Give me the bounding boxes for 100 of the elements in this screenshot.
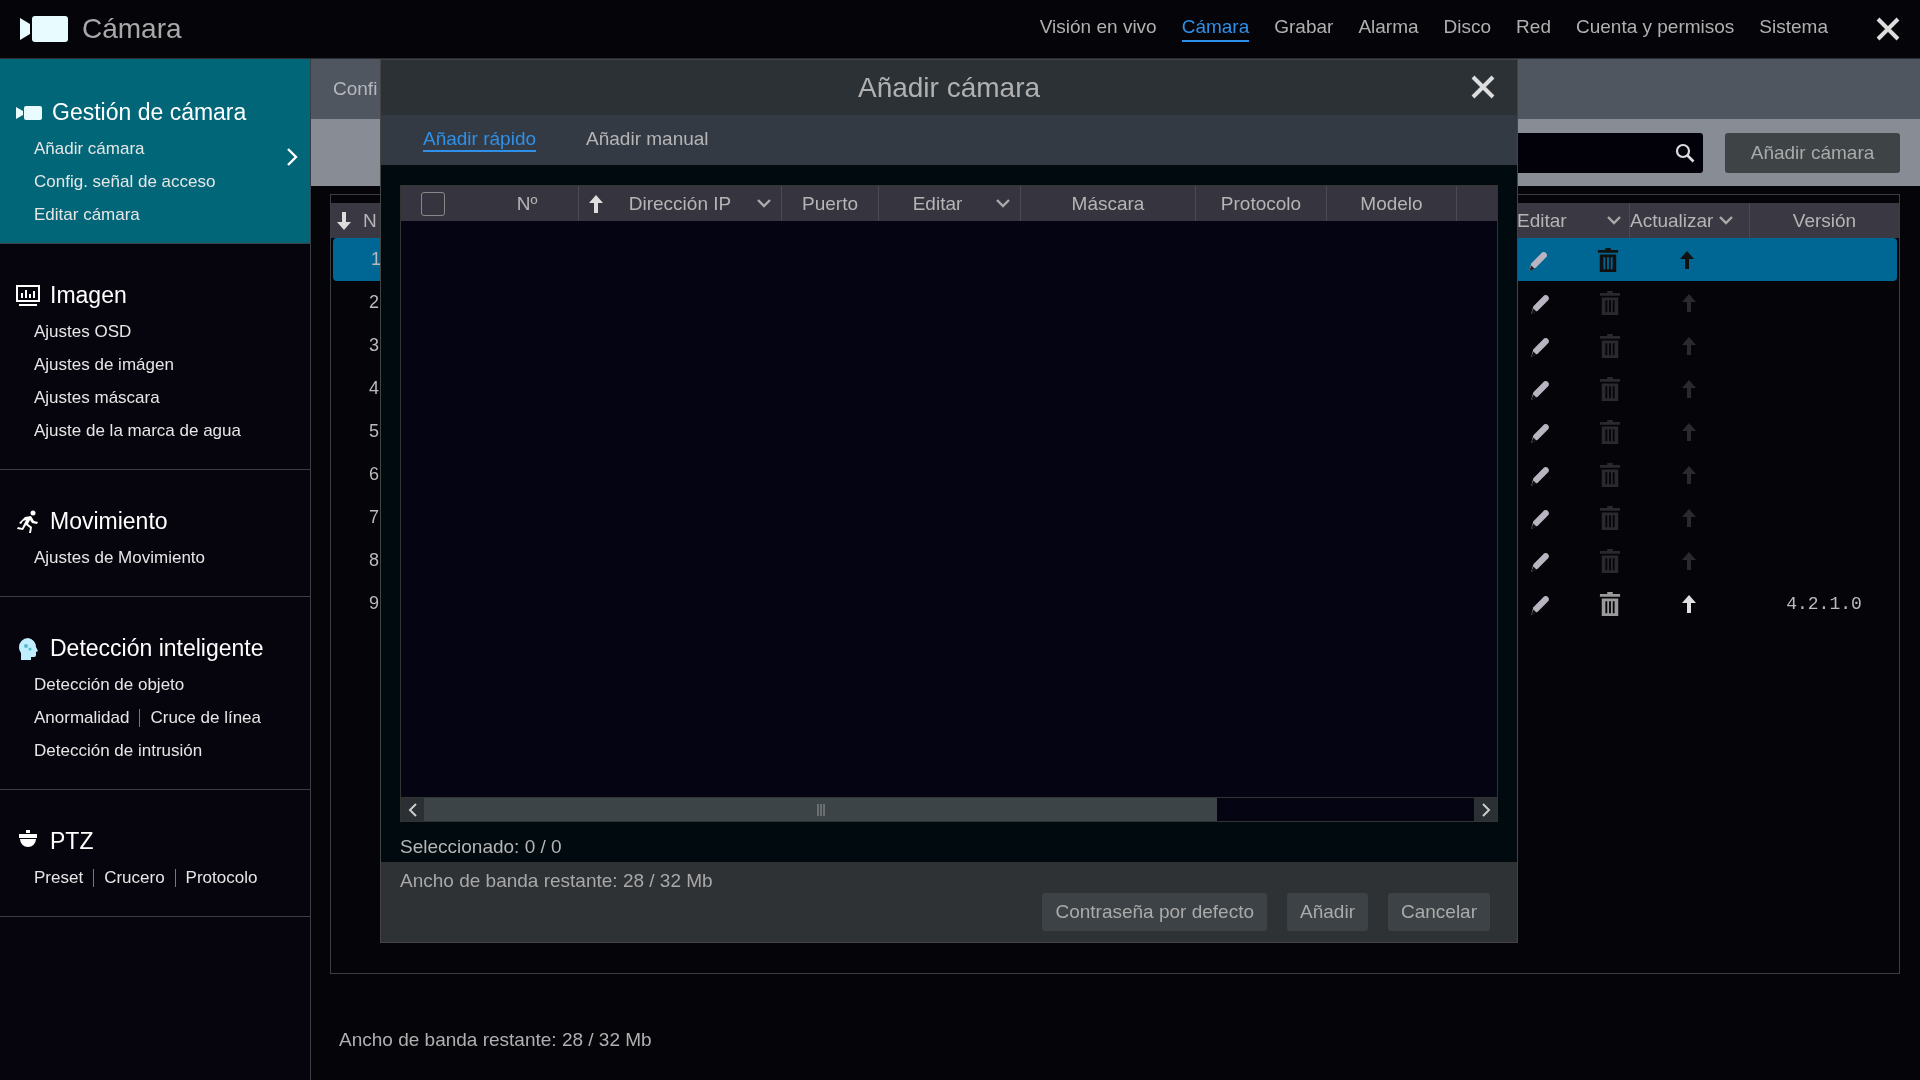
section-title[interactable]: Imagen xyxy=(50,282,127,309)
section-title[interactable]: Movimiento xyxy=(50,508,168,535)
table-row[interactable]: 3 xyxy=(331,324,1899,367)
dialog-button[interactable]: Contraseña por defecto xyxy=(1042,893,1268,931)
trash-icon xyxy=(1599,333,1621,358)
column-header[interactable]: Puerto xyxy=(782,186,879,221)
trash-icon xyxy=(1599,462,1621,487)
upgrade-arrow-icon xyxy=(1682,293,1696,312)
chevron-left-icon xyxy=(407,802,418,817)
row-number: 5 xyxy=(369,421,379,442)
sidebar-link[interactable]: Anormalidad xyxy=(34,707,130,728)
section-title[interactable]: PTZ xyxy=(50,828,94,855)
select-all-checkbox[interactable] xyxy=(421,191,445,216)
row-number: 3 xyxy=(369,335,379,356)
sidebar-link[interactable]: Detección de intrusión xyxy=(34,740,203,761)
sidebar-link[interactable]: Detección de objeto xyxy=(34,674,185,695)
upgrade-arrow-icon xyxy=(1682,508,1696,527)
nav-tab[interactable]: Disco xyxy=(1443,16,1492,42)
column-header[interactable]: Dirección IP xyxy=(579,186,782,221)
nav-tab[interactable]: Alarma xyxy=(1358,16,1419,42)
sidebar-link[interactable]: Crucero xyxy=(104,867,165,888)
sidebar-link[interactable]: Config. señal de acceso xyxy=(34,171,216,192)
sidebar-link[interactable]: Añadir cámara xyxy=(34,138,145,159)
sidebar-link[interactable]: Ajustes máscara xyxy=(34,387,160,408)
chevron-down-icon xyxy=(1607,216,1621,225)
section-title[interactable]: Detección inteligente xyxy=(50,635,264,662)
config-tab[interactable]: Confi xyxy=(333,78,378,100)
nav-tab[interactable]: Visión en vivo xyxy=(1039,16,1157,42)
chevron-right-icon xyxy=(286,147,298,167)
table-row[interactable]: 6 xyxy=(331,453,1899,496)
sidebar-link[interactable]: Ajustes OSD xyxy=(34,321,132,342)
monitor-chart-icon xyxy=(16,284,40,307)
table-row[interactable]: 7 xyxy=(331,496,1899,539)
bandwidth-text: Ancho de banda restante: 28 / 32 Mb xyxy=(400,869,714,892)
upgrade-arrow-icon xyxy=(1680,250,1694,269)
column-header[interactable]: Protocolo xyxy=(1196,186,1327,221)
table-row[interactable]: 9 4.2.1.0 xyxy=(331,582,1899,625)
sort-up-icon xyxy=(589,194,603,213)
chevron-down-icon xyxy=(757,199,771,208)
dialog-tab[interactable]: Añadir manual xyxy=(586,128,709,152)
upgrade-arrow-icon xyxy=(1682,465,1696,484)
row-number: 7 xyxy=(369,507,379,528)
section-title[interactable]: Gestión de cámara xyxy=(52,99,247,126)
running-figure-icon xyxy=(16,509,40,534)
upgrade-arrow-icon xyxy=(1682,594,1696,613)
nav-tab[interactable]: Grabar xyxy=(1274,16,1334,42)
upgrade-arrow-icon xyxy=(1682,422,1696,441)
trash-icon xyxy=(1599,548,1621,573)
bandwidth-text: Ancho de banda restante: 28 / 32 Mb xyxy=(338,1029,653,1051)
dialog-button[interactable]: Cancelar xyxy=(1387,893,1490,931)
nav-tab[interactable]: Cámara xyxy=(1181,16,1250,42)
trash-icon xyxy=(1597,247,1619,272)
chevron-down-icon xyxy=(996,199,1010,208)
scroll-left-button[interactable] xyxy=(401,798,424,821)
add-camera-button[interactable]: Añadir cámara xyxy=(1725,132,1900,173)
trash-icon xyxy=(1599,591,1621,616)
row-number: 4 xyxy=(369,378,379,399)
close-icon xyxy=(1471,75,1495,99)
sidebar-link[interactable]: Preset xyxy=(34,867,84,888)
sidebar-link[interactable]: Protocolo xyxy=(185,867,258,888)
version-text: 4.2.1.0 xyxy=(1786,593,1862,614)
row-number: 8 xyxy=(369,550,379,571)
table-row[interactable]: 5 xyxy=(331,410,1899,453)
dialog-title: Añadir cámara xyxy=(857,71,1041,104)
column-header[interactable]: Editar xyxy=(1517,203,1629,238)
search-icon xyxy=(1675,142,1695,163)
column-header[interactable]: Nº xyxy=(476,186,579,221)
table-row[interactable]: 8 xyxy=(331,539,1899,582)
row-number: 1 xyxy=(371,249,381,270)
nav-tab[interactable]: Red xyxy=(1516,16,1551,42)
trash-icon xyxy=(1599,505,1621,530)
sidebar-link[interactable]: Ajustes de imágen xyxy=(34,354,174,375)
column-header[interactable]: Editar xyxy=(879,186,1021,221)
row-number: 2 xyxy=(369,292,379,313)
trash-icon xyxy=(1599,376,1621,401)
camera-icon xyxy=(20,16,68,42)
dialog-button[interactable]: Añadir xyxy=(1287,893,1368,931)
column-header[interactable]: N xyxy=(331,203,377,238)
table-row[interactable]: 2 xyxy=(331,281,1899,324)
scroll-thumb[interactable] xyxy=(424,798,1217,821)
scroll-right-button[interactable] xyxy=(1474,798,1497,821)
row-number: 9 xyxy=(369,593,379,614)
upgrade-arrow-icon xyxy=(1682,379,1696,398)
sidebar-link[interactable]: Cruce de línea xyxy=(150,707,262,728)
sidebar-link[interactable]: Editar cámara xyxy=(34,204,140,225)
nav-tab[interactable]: Cuenta y permisos xyxy=(1575,16,1735,42)
table-row[interactable]: 4 xyxy=(331,367,1899,410)
upgrade-arrow-icon xyxy=(1682,551,1696,570)
sidebar-link[interactable]: Ajuste de la marca de agua xyxy=(34,420,241,441)
sidebar-link[interactable]: Ajustes de Movimiento xyxy=(34,547,206,568)
trash-icon xyxy=(1599,290,1621,315)
camera-icon xyxy=(16,104,42,121)
nav-tab[interactable]: Sistema xyxy=(1759,16,1828,42)
column-header[interactable]: Máscara xyxy=(1021,186,1196,221)
selected-count: Seleccionado: 0 / 0 xyxy=(400,836,563,858)
sort-down-icon xyxy=(337,211,351,230)
upgrade-arrow-icon xyxy=(1682,336,1696,355)
trash-icon xyxy=(1599,419,1621,444)
column-header[interactable]: Modelo xyxy=(1327,186,1457,221)
close-icon xyxy=(1876,17,1900,41)
